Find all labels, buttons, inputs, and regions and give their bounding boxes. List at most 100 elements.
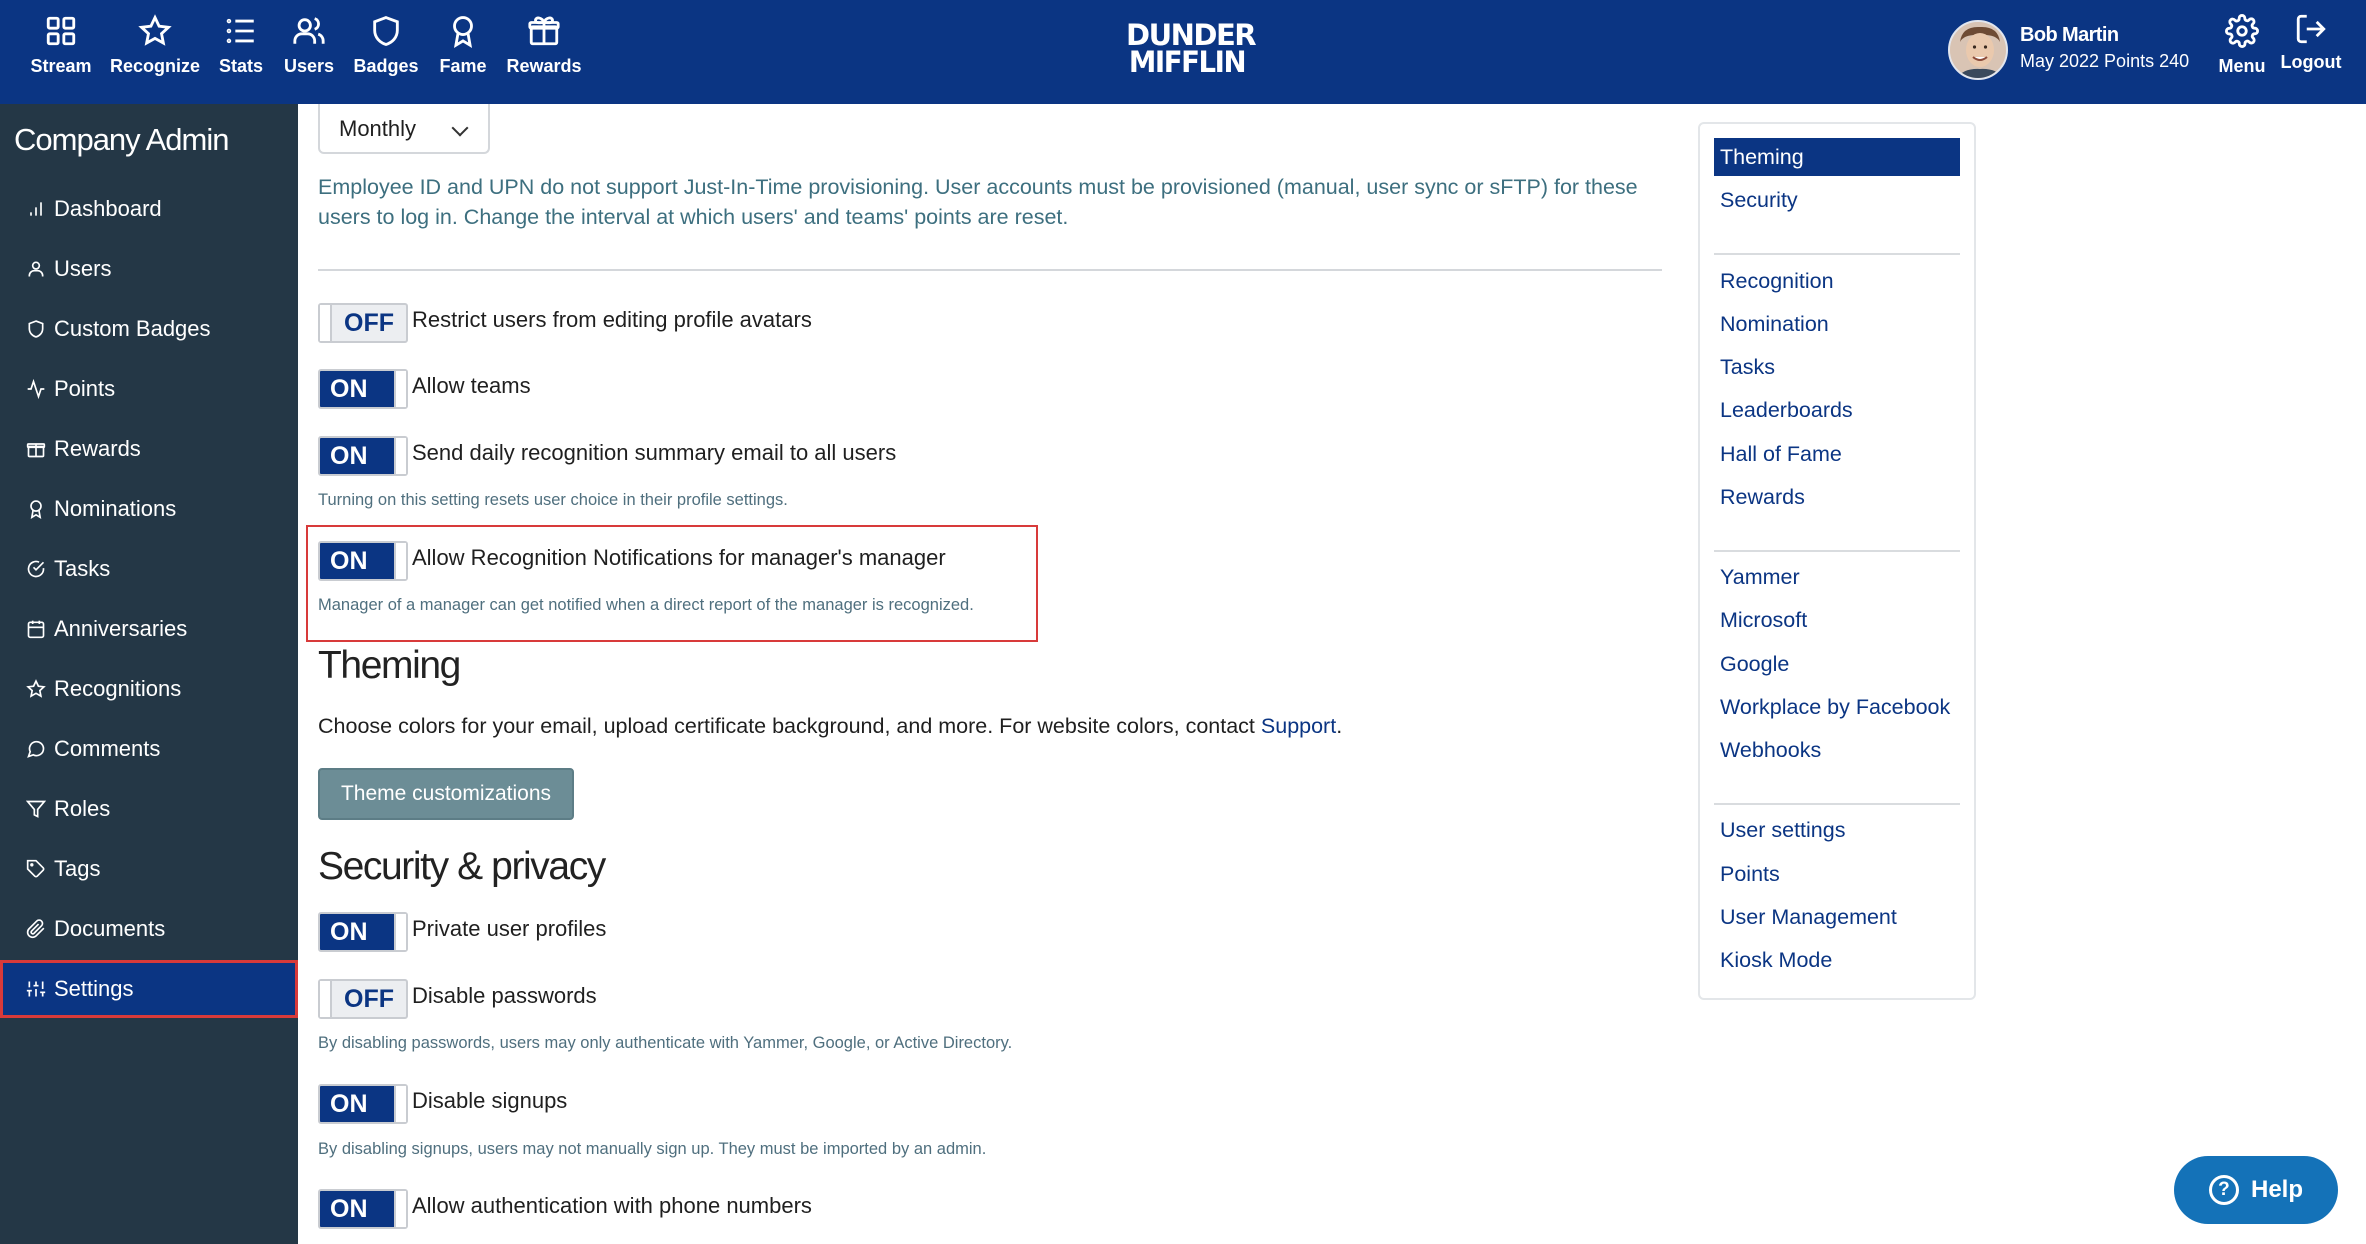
section-link-webhooks[interactable]: Webhooks [1714,731,1960,769]
list-icon [226,18,254,44]
interval-help-text: Employee ID and UPN do not support Just-… [318,172,1638,232]
theme-customizations-button[interactable]: Theme customizations [318,768,574,820]
section-link-google[interactable]: Google [1714,645,1960,683]
user-icon [28,261,44,277]
section-link-recognition[interactable]: Recognition [1714,262,1960,300]
sidebar-item-custom-badges[interactable]: Custom Badges [0,300,298,358]
nav-fame[interactable]: Fame [438,14,488,94]
star-icon [26,679,46,698]
toggle-label: Restrict users from editing profile avat… [412,307,812,332]
nav-users[interactable]: Users [284,14,334,94]
user-name[interactable]: Bob Martin [2020,24,2119,47]
sidebar-item-label: Tasks [54,556,111,581]
section-link-points[interactable]: Points [1714,855,1960,893]
toggle-disable-signups[interactable]: ON [318,1084,408,1124]
help-button[interactable]: ? Help [2174,1156,2338,1224]
nav-rewards[interactable]: Rewards [506,14,582,94]
toggle-state: ON [330,1194,368,1223]
toggle-label: Allow teams [412,373,531,398]
section-link-rewards[interactable]: Rewards [1714,478,1960,516]
section-link-leaderboards[interactable]: Leaderboards [1714,391,1960,429]
logo-line-2: MIFFLIN [1128,45,1247,79]
sidebar-item-nominations[interactable]: Nominations [0,480,298,538]
sidebar-item-documents[interactable]: Documents [0,900,298,958]
sidebar-item-dashboard[interactable]: Dashboard [0,180,298,238]
company-logo[interactable]: DUNDER MIFFLIN [1126,21,1257,79]
sidebar-item-anniversaries[interactable]: Anniversaries [0,600,298,658]
sidebar-item-comments[interactable]: Comments [0,720,298,778]
sidebar-item-label: Documents [54,916,166,941]
paperclip-icon [26,919,45,939]
sidebar-item-rewards[interactable]: Rewards [0,420,298,478]
comment-icon [27,740,45,758]
sidebar-item-label: Settings [54,976,134,1001]
section-link-workplace[interactable]: Workplace by Facebook [1714,688,1960,726]
points-interval-select[interactable]: Monthly [318,104,490,154]
shield-icon [373,16,399,46]
section-link-microsoft[interactable]: Microsoft [1714,601,1960,639]
gear-icon [2225,14,2259,48]
admin-sidebar: Company Admin Dashboard Users Custom Bad… [0,104,298,1244]
shield-icon [28,320,44,338]
section-link-tasks[interactable]: Tasks [1714,348,1960,386]
section-link-user-management[interactable]: User Management [1714,898,1960,936]
section-link-hall-of-fame[interactable]: Hall of Fame [1714,435,1960,473]
sidebar-item-label: Custom Badges [54,316,211,341]
toggle-help-text: By disabling passwords, users may only a… [318,1034,1013,1052]
security-heading: Security & privacy [318,845,606,888]
section-link-user-settings[interactable]: User settings [1714,811,1960,849]
section-link-theming[interactable]: Theming [1714,138,1960,176]
sidebar-item-label: Points [54,376,116,401]
toggle-label: Private user profiles [412,916,607,941]
sidebar-item-label: Users [54,256,112,281]
toggle-help-text: By disabling signups, users may not manu… [318,1140,987,1158]
toggle-phone-auth[interactable]: ON [318,1189,408,1229]
sidebar-item-label: Rewards [54,436,141,461]
toggle-state: OFF [344,308,394,337]
help-button-label: Help [2250,1176,2303,1203]
nav-recognize[interactable]: Recognize [110,14,200,94]
sliders-icon [26,981,46,997]
sidebar-item-users[interactable]: Users [0,240,298,298]
check-circle-icon [27,560,45,578]
sidebar-item-tags[interactable]: Tags [0,840,298,898]
section-link-nomination[interactable]: Nomination [1714,305,1960,343]
nav-stream[interactable]: Stream [30,14,92,94]
question-icon: ? [2208,1175,2239,1205]
section-link-yammer[interactable]: Yammer [1714,558,1960,596]
toggle-disable-passwords[interactable]: OFF [318,979,408,1019]
toggle-allow-teams[interactable]: ON [318,369,408,409]
logout-icon [2296,14,2326,44]
sidebar-item-settings[interactable]: Settings [0,960,298,1018]
toggle-state: OFF [344,984,394,1013]
nav-logout[interactable]: Logout [2280,12,2342,92]
nav-divider [1714,253,1960,255]
toggle-restrict-avatars[interactable]: OFF [318,303,408,343]
gift-icon [26,443,46,458]
interval-help-line-1: Employee ID and UPN do not support Just-… [318,175,1638,199]
sidebar-item-label: Tags [54,856,101,881]
toggle-manager-manager-notifications[interactable]: ON [318,541,408,581]
sidebar-item-roles[interactable]: Roles [0,780,298,838]
nav-stats[interactable]: Stats [218,14,264,94]
avatar-image [1950,22,2006,78]
theming-description: Choose colors for your email, upload cer… [318,714,1342,739]
award-icon [453,16,473,48]
avatar[interactable] [1948,20,2008,80]
toggle-daily-summary-email[interactable]: ON [318,436,408,476]
sidebar-item-tasks[interactable]: Tasks [0,540,298,598]
sidebar-item-recognitions[interactable]: Recognitions [0,660,298,718]
sidebar-item-points[interactable]: Points [0,360,298,418]
nav-users-label: Users [283,56,335,76]
sidebar-item-label: Anniversaries [54,616,188,641]
toggle-private-profiles[interactable]: ON [318,912,408,952]
section-link-kiosk-mode[interactable]: Kiosk Mode [1714,941,1960,979]
support-link[interactable]: Support [1261,714,1336,738]
nav-menu[interactable]: Menu [2214,14,2270,94]
toggle-state: ON [330,374,368,403]
nav-badges[interactable]: Badges [353,14,419,94]
nav-rewards-label: Rewards [506,56,582,76]
gift-icon [528,16,560,46]
top-navigation-bar: Stream Recognize Stats Users Badges Fame… [0,0,2366,104]
section-link-security[interactable]: Security [1714,181,1960,219]
